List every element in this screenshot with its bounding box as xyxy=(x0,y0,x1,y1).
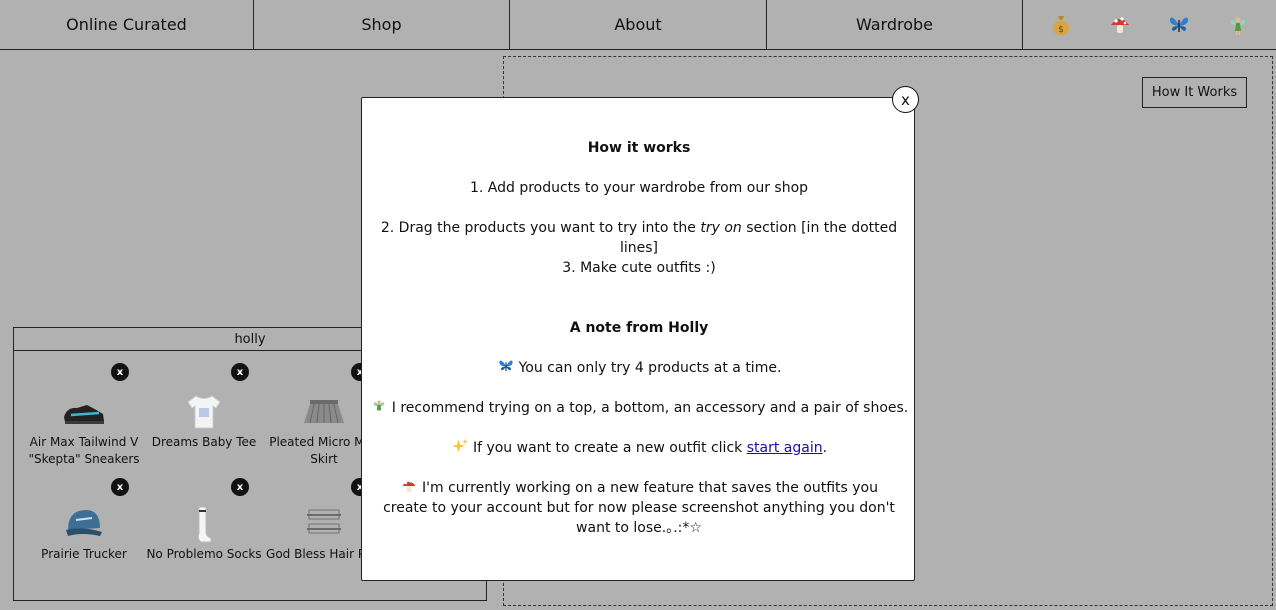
hairpins-icon xyxy=(299,504,349,544)
sparkles-icon xyxy=(451,438,468,453)
modal-heading: How it works xyxy=(587,140,691,156)
tshirt-icon xyxy=(179,392,229,432)
modal-close-button[interactable]: x xyxy=(892,86,919,113)
start-again-link[interactable]: start again xyxy=(747,440,823,456)
remove-item-button[interactable]: x xyxy=(231,478,249,496)
wardrobe-item[interactable]: Air Max Tailwind V "Skepta" Sneakers xyxy=(24,392,144,468)
socks-icon xyxy=(179,504,229,544)
nav-icon-group: $ xyxy=(1023,0,1276,49)
mushroom-icon xyxy=(402,480,416,492)
sneaker-icon xyxy=(59,392,109,432)
step-2: 2. Drag the products you want to try int… xyxy=(380,220,898,256)
wardrobe-item[interactable]: Dreams Baby Tee xyxy=(144,392,264,451)
wardrobe-item[interactable]: No Problemo Socks xyxy=(144,504,264,563)
note-4: I'm currently working on a new feature t… xyxy=(383,480,895,536)
mushroom-icon[interactable] xyxy=(1108,13,1132,37)
note-1: You can only try 4 products at a time. xyxy=(362,358,916,378)
note-3: If you want to create a new outfit click… xyxy=(362,438,916,458)
nav-shop[interactable]: Shop xyxy=(254,0,510,49)
cap-icon xyxy=(59,504,109,544)
note-2: I recommend trying on a top, a bottom, a… xyxy=(362,398,916,418)
remove-item-button[interactable]: x xyxy=(231,363,249,381)
top-nav: Online Curated Shop About Wardrobe $ xyxy=(0,0,1276,50)
wardrobe-item[interactable]: Prairie Trucker xyxy=(24,504,144,563)
how-it-works-modal: How it works 1. Add products to your war… xyxy=(361,97,915,581)
note-heading: A note from Holly xyxy=(569,320,709,336)
nav-online-curated[interactable]: Online Curated xyxy=(0,0,254,49)
step-3: 3. Make cute outfits :) xyxy=(562,260,716,276)
nav-about[interactable]: About xyxy=(510,0,767,49)
nav-wardrobe[interactable]: Wardrobe xyxy=(767,0,1023,49)
item-name: Dreams Baby Tee xyxy=(151,435,257,449)
item-name: No Problemo Socks xyxy=(146,547,262,561)
remove-item-button[interactable]: x xyxy=(111,363,129,381)
item-name: Air Max Tailwind V "Skepta" Sneakers xyxy=(28,435,140,466)
butterfly-icon[interactable] xyxy=(1167,13,1191,37)
butterfly-icon xyxy=(498,360,513,372)
fairy-icon[interactable] xyxy=(1226,13,1250,37)
money-bag-icon[interactable]: $ xyxy=(1049,13,1073,37)
item-name: Prairie Trucker xyxy=(41,547,127,561)
how-it-works-button[interactable]: How It Works xyxy=(1142,77,1247,108)
fairy-icon xyxy=(373,400,384,411)
step-1: 1. Add products to your wardrobe from ou… xyxy=(469,180,809,196)
svg-text:$: $ xyxy=(1058,25,1064,35)
skirt-icon xyxy=(299,392,349,432)
remove-item-button[interactable]: x xyxy=(111,478,129,496)
